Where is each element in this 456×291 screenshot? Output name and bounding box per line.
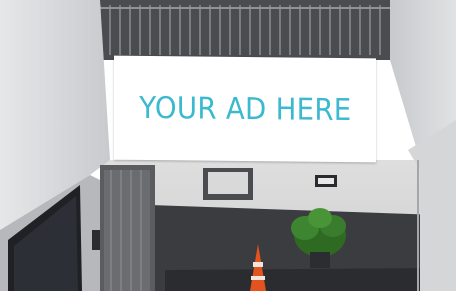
stairwell-photo: YOUR AD HERE (0, 0, 456, 291)
floor-shadow (165, 268, 440, 291)
ad-text: YOUR AD HERE (138, 90, 352, 128)
ad-billboard: YOUR AD HERE (114, 55, 376, 163)
wall-outlet (92, 230, 100, 250)
